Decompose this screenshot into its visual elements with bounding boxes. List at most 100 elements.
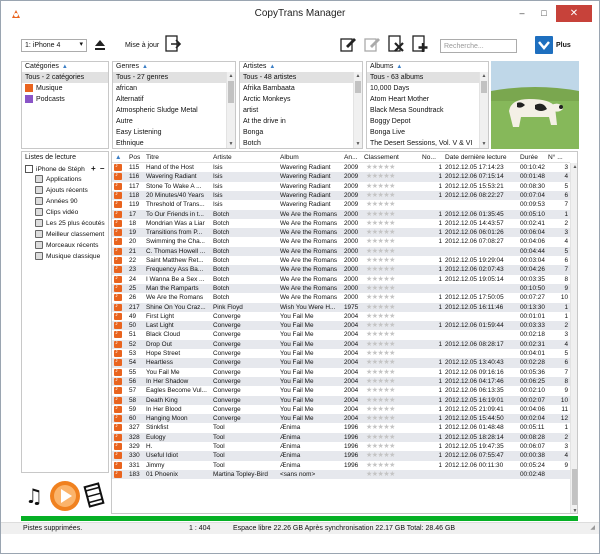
col-artist[interactable]: Artiste xyxy=(213,153,232,162)
rating-stars[interactable]: ★★★★★ xyxy=(366,451,395,460)
genres-scrollbar[interactable]: ▲ ▼ xyxy=(226,72,235,148)
rating-stars[interactable]: ★★★★★ xyxy=(366,423,395,432)
list-item[interactable]: artist xyxy=(240,105,353,116)
rating-stars[interactable]: ★★★★★ xyxy=(366,284,395,293)
table-row[interactable]: 17 To Our Friends in t... Botch We Are the … xyxy=(112,209,570,219)
table-row[interactable]: 59 In Her Blood Converge You Fail Me 2004 120… xyxy=(112,404,570,414)
rating-stars[interactable]: ★★★★★ xyxy=(366,200,395,209)
rating-stars[interactable]: ★★★★★ xyxy=(366,303,395,312)
list-item[interactable]: Tous - 27 genres xyxy=(113,72,226,83)
list-item[interactable]: Atom Heart Mother xyxy=(367,94,479,105)
categories-header[interactable]: Catégories ▲ xyxy=(22,62,108,72)
table-row[interactable]: 328 Eulogy Tool Ænima 1996 12012.12.05 18:28:… xyxy=(112,432,570,442)
table-row[interactable]: 18 Mondrian Was a Liar Botch We Are the Rom… xyxy=(112,218,570,228)
col-pos[interactable]: Pos xyxy=(129,153,140,162)
playlist-item[interactable]: Meilleur classement xyxy=(35,229,104,240)
col-rating[interactable]: Classement xyxy=(364,153,399,162)
table-row[interactable]: 53 Hope Street Converge You Fail Me 2004 00:0… xyxy=(112,348,570,358)
rating-stars[interactable]: ★★★★★ xyxy=(366,349,395,358)
playlist-item[interactable]: Ajouts récents xyxy=(35,185,88,196)
rating-stars[interactable]: ★★★★★ xyxy=(366,442,395,451)
col-last-played[interactable]: Date dernière lecture xyxy=(445,153,507,162)
albums-scrollbar[interactable]: ▲ ▼ xyxy=(479,72,488,148)
table-row[interactable]: 118 20 Minutes/40 Years Isis Wavering Radia… xyxy=(112,190,570,201)
list-item[interactable]: Bonga xyxy=(240,127,353,138)
col-number[interactable]: N° ... xyxy=(548,153,563,162)
artists-header[interactable]: Artistes ▲ xyxy=(240,62,362,72)
add-button[interactable] xyxy=(411,35,429,53)
rating-stars[interactable]: ★★★★★ xyxy=(366,321,395,330)
table-row[interactable]: 20 Swimming the Cha... Botch We Are the Rom… xyxy=(112,236,570,246)
table-row[interactable]: 117 Stone To Wake A ... Isis Wavering Radia… xyxy=(112,181,570,191)
table-row[interactable]: 330 Useful Idiot Tool Ænima 1996 12012.12.06 … xyxy=(112,450,570,461)
rating-stars[interactable]: ★★★★★ xyxy=(366,256,395,265)
artists-scrollbar[interactable]: ▲ ▼ xyxy=(353,72,362,148)
col-title[interactable]: Titre xyxy=(146,153,159,162)
rating-stars[interactable]: ★★★★★ xyxy=(366,470,395,479)
maximize-button[interactable]: □ xyxy=(537,7,551,19)
list-item[interactable]: Easy Listening xyxy=(113,127,226,138)
rating-stars[interactable]: ★★★★★ xyxy=(366,163,395,172)
rating-stars[interactable]: ★★★★★ xyxy=(366,237,395,246)
rating-stars[interactable]: ★★★★★ xyxy=(366,191,395,200)
table-row[interactable]: 49 First Light Converge You Fail Me 2004 00:0… xyxy=(112,311,570,321)
table-row[interactable]: 50 Last Light Converge You Fail Me 2004 12012… xyxy=(112,320,570,331)
device-select[interactable]: 1: iPhone 4 ▾ xyxy=(21,39,87,52)
remove-playlist-button[interactable]: – xyxy=(100,164,104,173)
list-item[interactable]: Black Mesa Soundtrack xyxy=(367,105,479,116)
table-row[interactable]: 116 Wavering Radiant Isis Wavering Radiant 2… xyxy=(112,171,570,182)
table-row[interactable]: 26 We Are the Romans Botch We Are the Roman… xyxy=(112,292,570,302)
rating-stars[interactable]: ★★★★★ xyxy=(366,293,395,302)
list-item[interactable]: Botch xyxy=(240,138,353,148)
table-row[interactable]: 54 Heartless Converge You Fail Me 2004 12012.… xyxy=(112,357,570,368)
table-row[interactable]: 329 H. Tool Ænima 1996 12012.12.05 19:47:35 00… xyxy=(112,441,570,451)
table-row[interactable]: 21 C. Thomas Howell ... Botch We Are the Ro… xyxy=(112,246,570,256)
list-item[interactable]: Autre xyxy=(113,116,226,127)
playlist-item[interactable]: Clips vidéo xyxy=(35,207,78,218)
playlist-item[interactable]: Morceaux récents xyxy=(35,240,98,251)
table-row[interactable]: 327StinkfistToolÆnima199612012.12.06 01:… xyxy=(112,422,570,432)
list-item[interactable]: Afrika Bambaata xyxy=(240,83,353,94)
list-item-podcasts[interactable]: Podcasts xyxy=(22,94,108,105)
table-row[interactable]: 22 Saint Matthew Ret... Botch We Are the Ro… xyxy=(112,255,570,265)
rating-stars[interactable]: ★★★★★ xyxy=(366,461,395,470)
rating-stars[interactable]: ★★★★★ xyxy=(366,340,395,349)
search-input[interactable]: Recherche... xyxy=(440,39,517,53)
rating-stars[interactable]: ★★★★★ xyxy=(366,172,395,181)
rating-stars[interactable]: ★★★★★ xyxy=(366,386,395,395)
rating-stars[interactable]: ★★★★★ xyxy=(366,358,395,367)
rating-stars[interactable]: ★★★★★ xyxy=(366,219,395,228)
table-row[interactable]: 58 Death King Converge You Fail Me 2004 12012… xyxy=(112,395,570,405)
albums-header[interactable]: Albums ▲ xyxy=(367,62,488,72)
list-item[interactable]: Tous - 2 catégories xyxy=(22,72,108,83)
list-item-music[interactable]: Musique xyxy=(22,83,108,94)
table-row[interactable]: 119 Threshold of Trans... Isis Wavering Rad… xyxy=(112,199,570,209)
rating-stars[interactable]: ★★★★★ xyxy=(366,433,395,442)
table-row[interactable]: 60Hanging MoonConvergeYou Fail Me2004120… xyxy=(112,413,570,424)
playlist-item[interactable]: Années 90 xyxy=(35,196,78,207)
col-plays[interactable]: No... xyxy=(422,153,436,162)
table-row[interactable]: 57 Eagles Become Vul... Converge You Fail M… xyxy=(112,385,570,395)
table-row[interactable]: 23 Frequency Ass Ba... Botch We Are the Rom… xyxy=(112,264,570,275)
table-scrollbar[interactable]: ▲ ▼ xyxy=(570,163,577,513)
table-row[interactable]: 25 Man the Ramparts Botch We Are the Romans… xyxy=(112,283,570,294)
list-item[interactable]: Ethnique xyxy=(113,138,226,148)
table-row[interactable]: 55 You Fail Me Converge You Fail Me 2004 1201… xyxy=(112,367,570,377)
more-button[interactable]: Plus xyxy=(535,36,575,55)
table-row[interactable]: 331 Jimmy Tool Ænima 1996 12012.12.06 00:11:3… xyxy=(112,460,570,470)
add-playlist-button[interactable]: + xyxy=(91,164,96,173)
list-item[interactable]: Bonga Live xyxy=(367,127,479,138)
rating-stars[interactable]: ★★★★★ xyxy=(366,210,395,219)
playlist-item[interactable]: Musique classique xyxy=(35,251,100,262)
minimize-button[interactable]: – xyxy=(515,7,529,19)
list-item[interactable]: Arctic Monkeys xyxy=(240,94,353,105)
table-row[interactable]: 217 Shine On You Craz... Pink Floyd Wish Yo… xyxy=(112,302,570,312)
update-button[interactable] xyxy=(164,35,182,53)
table-row[interactable]: 19 Transitions from P... Botch We Are the R… xyxy=(112,227,570,238)
rating-stars[interactable]: ★★★★★ xyxy=(366,396,395,405)
table-row[interactable]: 56 In Her Shadow Converge You Fail Me 2004 12… xyxy=(112,376,570,387)
rating-stars[interactable]: ★★★★★ xyxy=(366,312,395,321)
table-row[interactable]: 183 01 Phoenix Martina Topley-Bird <sans no… xyxy=(112,469,570,480)
close-button[interactable]: ✕ xyxy=(556,5,592,22)
table-row[interactable]: 52 Drop Out Converge You Fail Me 2004 12012.1… xyxy=(112,339,570,349)
